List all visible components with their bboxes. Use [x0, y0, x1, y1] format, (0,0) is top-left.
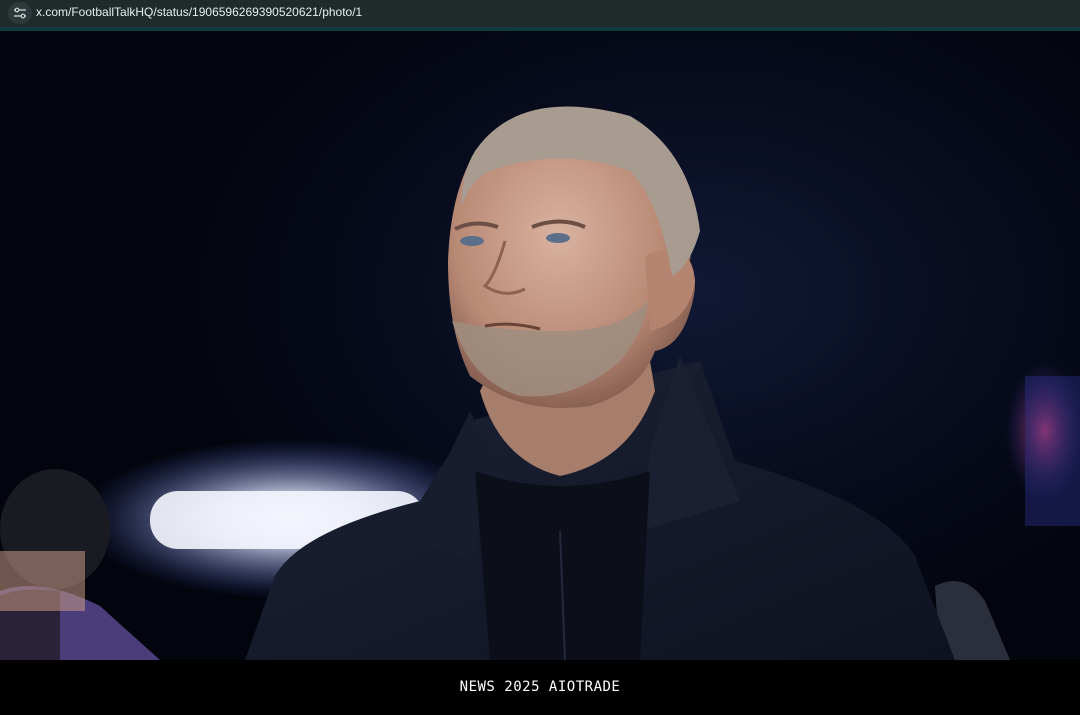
subject-man	[245, 106, 955, 660]
photo-image	[0, 106, 1080, 660]
tune-icon	[14, 7, 26, 19]
site-info-button[interactable]	[8, 2, 32, 24]
caption-bar: NEWS 2025 AIOTRADE	[0, 660, 1080, 715]
url-text[interactable]: x.com/FootballTalkHQ/status/190659626939…	[36, 5, 362, 19]
browser-address-bar: x.com/FootballTalkHQ/status/190659626939…	[0, 0, 1080, 31]
tweet-photo[interactable]	[0, 31, 1080, 660]
caption-text: NEWS 2025 AIOTRADE	[459, 679, 621, 695]
